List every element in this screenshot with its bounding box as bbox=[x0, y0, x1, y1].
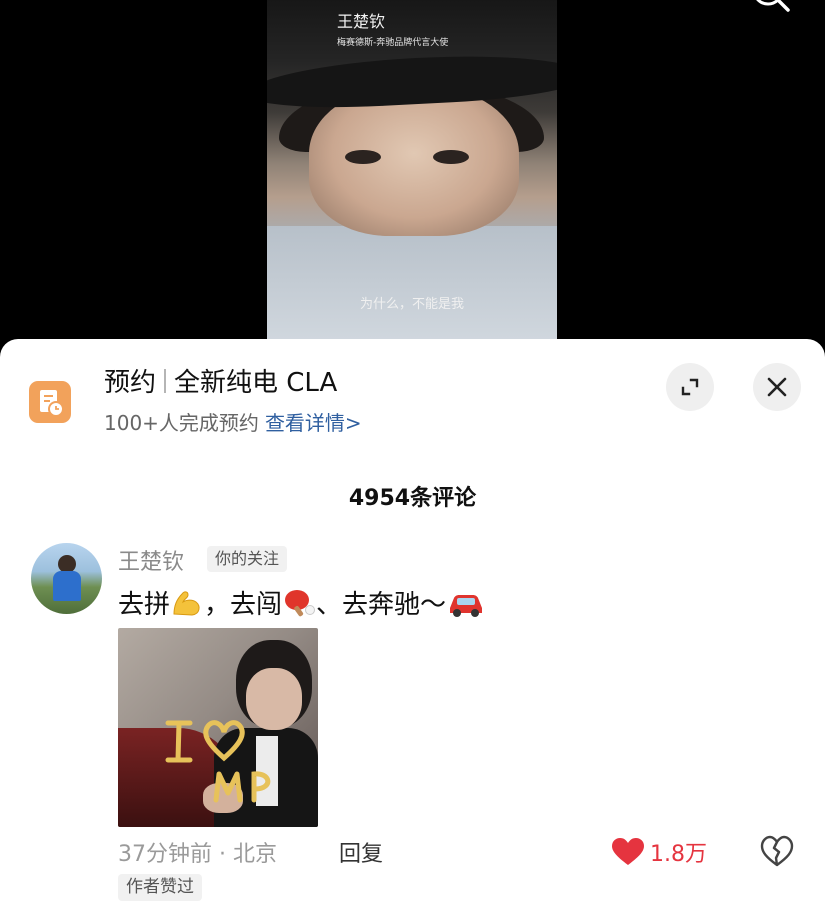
comment-text-part-3: 、去奔驰～ bbox=[316, 590, 447, 620]
comment-time-location: 37分钟前 · 北京 bbox=[118, 842, 277, 867]
reservation-subtitle: 100+人完成预约 查看详情> bbox=[104, 407, 362, 436]
video-eye-left bbox=[345, 150, 381, 164]
reservation-title[interactable]: 预约 全新纯电 CLA bbox=[104, 362, 337, 399]
expand-icon bbox=[681, 378, 699, 396]
comment-text-part-1: 去拼 bbox=[118, 590, 171, 620]
handwritten-doodle bbox=[165, 720, 271, 803]
heart-icon bbox=[612, 838, 644, 865]
ping-pong-icon bbox=[282, 588, 316, 618]
video-caption: 为什么，不能是我 bbox=[359, 297, 464, 312]
red-car-icon bbox=[446, 588, 486, 618]
author-liked-badge: 作者赞过 bbox=[118, 874, 202, 901]
reservation-icon[interactable] bbox=[29, 381, 71, 423]
car-window-sill bbox=[267, 226, 557, 340]
search-icon[interactable] bbox=[748, 0, 792, 18]
video-player[interactable]: 王楚钦 梅赛德斯-奔驰品牌代言大使 为什么，不能是我 bbox=[0, 0, 825, 360]
video-face-shape bbox=[309, 86, 519, 236]
reply-button[interactable]: 回复 bbox=[339, 836, 383, 868]
avatar-body-shape bbox=[53, 571, 81, 601]
comment-count: 4954条评论 bbox=[348, 486, 477, 511]
like-count: 1.8万 bbox=[650, 842, 707, 867]
comment-text-part-2: ，去闯 bbox=[204, 590, 283, 620]
comment-sheet: 预约 全新纯电 CLA 100+人完成预约 查看详情> 4954条评论 王楚钦 你… bbox=[0, 339, 825, 901]
close-icon bbox=[767, 377, 787, 397]
dislike-button[interactable] bbox=[760, 834, 794, 868]
flexed-biceps-icon bbox=[170, 588, 204, 618]
video-subtitle: 梅赛德斯-奔驰品牌代言大使 bbox=[337, 38, 449, 48]
reservation-stats: 100+人完成预约 bbox=[104, 411, 259, 435]
reservation-label: 预约 bbox=[104, 368, 157, 398]
video-frame[interactable]: 王楚钦 梅赛德斯-奔驰品牌代言大使 为什么，不能是我 bbox=[267, 0, 557, 340]
following-badge: 你的关注 bbox=[207, 546, 288, 572]
title-divider bbox=[164, 368, 167, 393]
broken-heart-icon bbox=[760, 835, 794, 867]
video-eye-right bbox=[433, 150, 469, 164]
avatar[interactable] bbox=[31, 543, 102, 614]
reservation-product: 全新纯电 CLA bbox=[174, 368, 338, 398]
close-button[interactable] bbox=[753, 363, 801, 411]
like-button[interactable]: 1.8万 bbox=[612, 836, 707, 868]
comment-username[interactable]: 王楚钦 bbox=[118, 544, 184, 576]
expand-button[interactable] bbox=[666, 363, 714, 411]
view-details-link[interactable]: 查看详情> bbox=[265, 411, 362, 435]
comment-image[interactable] bbox=[118, 628, 318, 827]
comment-text[interactable]: 去拼 ，去闯 、去奔驰～ bbox=[118, 584, 486, 621]
video-title: 王楚钦 bbox=[337, 12, 386, 31]
